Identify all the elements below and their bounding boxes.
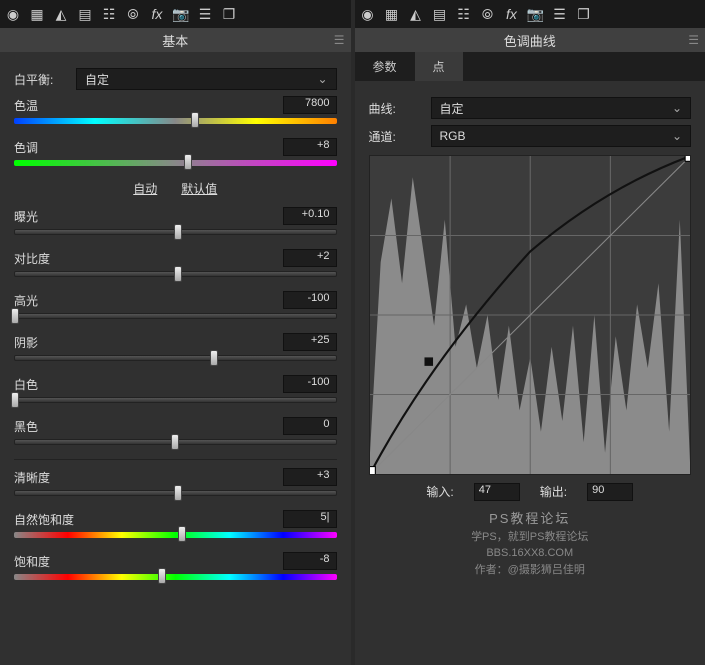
slider-clarity: 清晰度+3	[14, 468, 337, 496]
tint-thumb[interactable]	[184, 154, 192, 170]
snapshots-icon[interactable]: ❐	[220, 5, 238, 23]
output-label: 输出:	[540, 483, 567, 501]
exposure-track[interactable]	[14, 229, 337, 235]
camera-icon[interactable]: 📷	[172, 5, 190, 23]
basic-panel: ◉ ▦ ◭ ▤ ☷ ⦾ fx 📷 ☰ ❐ 基本 ☰ 白平衡: 自定 色温 7800…	[0, 0, 351, 665]
toolbar-left: ◉ ▦ ◭ ▤ ☷ ⦾ fx 📷 ☰ ❐	[0, 0, 351, 28]
clarity-value[interactable]: +3	[283, 468, 337, 486]
curve-label: 曲线:	[369, 100, 431, 117]
wb-dropdown[interactable]: 自定	[76, 68, 337, 90]
blacks-track[interactable]	[14, 439, 337, 445]
contrast-track[interactable]	[14, 271, 337, 277]
shadows-track[interactable]	[14, 355, 337, 361]
curve-tabs: 参数 点	[355, 52, 705, 81]
toolbar-right: ◉ ▦ ◭ ▤ ☷ ⦾ fx 📷 ☰ ❐	[355, 0, 705, 28]
hsl-icon[interactable]: ☷	[455, 5, 473, 23]
curve-dropdown[interactable]: 自定	[431, 97, 692, 119]
wb-label: 白平衡:	[14, 71, 76, 88]
aperture-icon[interactable]: ◉	[359, 5, 377, 23]
output-value[interactable]: 90	[587, 483, 633, 501]
camera-icon[interactable]: 📷	[527, 5, 545, 23]
slider-vibrance: 自然饱和度5|	[14, 510, 337, 538]
input-label: 输入:	[426, 483, 453, 501]
temp-thumb[interactable]	[191, 112, 199, 128]
temp-track[interactable]	[14, 118, 337, 124]
panel-menu-icon[interactable]: ☰	[334, 33, 345, 47]
default-link[interactable]: 默认值	[181, 180, 217, 197]
slider-exposure: 曝光+0.10	[14, 207, 337, 235]
shadows-value[interactable]: +25	[283, 333, 337, 351]
presets-icon[interactable]: ☰	[551, 5, 569, 23]
io-row: 输入: 47 输出: 90	[369, 483, 692, 501]
tint-label: 色调	[14, 139, 38, 156]
contrast-value[interactable]: +2	[283, 249, 337, 267]
saturation-track[interactable]	[14, 574, 337, 580]
watermark: PS教程论坛 学PS，就到PS教程论坛 BBS.16XX8.COM 作者：@摄影…	[369, 509, 692, 578]
exposure-value[interactable]: +0.10	[283, 207, 337, 225]
grid-icon[interactable]: ▦	[383, 5, 401, 23]
slider-tint: 色调 +8	[14, 138, 337, 166]
saturation-value[interactable]: -8	[283, 552, 337, 570]
highlights-track[interactable]	[14, 313, 337, 319]
title-text: 基本	[162, 31, 188, 50]
panel-menu-icon[interactable]: ☰	[688, 33, 699, 47]
tint-value[interactable]: +8	[283, 138, 337, 156]
divider	[14, 459, 337, 460]
detail-icon[interactable]: ◭	[407, 5, 425, 23]
slider-saturation: 饱和度-8	[14, 552, 337, 580]
aperture-icon[interactable]: ◉	[4, 5, 22, 23]
slider-highlights: 高光-100	[14, 291, 337, 319]
channel-label: 通道:	[369, 128, 431, 145]
hsl-icon[interactable]: ☷	[100, 5, 118, 23]
auto-link[interactable]: 自动	[133, 180, 157, 197]
grid-icon[interactable]: ▦	[28, 5, 46, 23]
lens-icon[interactable]: ⦾	[479, 5, 497, 23]
tint-track[interactable]	[14, 160, 337, 166]
vibrance-track[interactable]	[14, 532, 337, 538]
input-value[interactable]: 47	[474, 483, 520, 501]
curve-panel: ◉ ▦ ◭ ▤ ☷ ⦾ fx 📷 ☰ ❐ 色调曲线 ☰ 参数 点 曲线: 自定 …	[355, 0, 705, 665]
slider-temp: 色温 7800	[14, 96, 337, 124]
whites-track[interactable]	[14, 397, 337, 403]
detail-icon[interactable]: ◭	[52, 5, 70, 23]
panel-title-curve: 色调曲线 ☰	[355, 28, 705, 52]
tab-point[interactable]: 点	[415, 52, 463, 81]
presets-icon[interactable]: ☰	[196, 5, 214, 23]
temp-value[interactable]: 7800	[283, 96, 337, 114]
slider-shadows: 阴影+25	[14, 333, 337, 361]
curve-editor[interactable]	[369, 155, 692, 475]
slider-blacks: 黑色0	[14, 417, 337, 445]
whites-value[interactable]: -100	[283, 375, 337, 393]
highlights-value[interactable]: -100	[283, 291, 337, 309]
blacks-value[interactable]: 0	[283, 417, 337, 435]
tab-param[interactable]: 参数	[355, 52, 415, 81]
vibrance-value[interactable]: 5|	[283, 510, 337, 528]
slider-contrast: 对比度+2	[14, 249, 337, 277]
slider-whites: 白色-100	[14, 375, 337, 403]
clarity-track[interactable]	[14, 490, 337, 496]
channel-dropdown[interactable]: RGB	[431, 125, 692, 147]
split-icon[interactable]: ▤	[76, 5, 94, 23]
split-icon[interactable]: ▤	[431, 5, 449, 23]
panel-title-basic: 基本 ☰	[0, 28, 351, 52]
fx-icon[interactable]: fx	[503, 5, 521, 23]
lens-icon[interactable]: ⦾	[124, 5, 142, 23]
fx-icon[interactable]: fx	[148, 5, 166, 23]
temp-label: 色温	[14, 97, 38, 114]
snapshots-icon[interactable]: ❐	[575, 5, 593, 23]
curve-point	[424, 357, 433, 365]
